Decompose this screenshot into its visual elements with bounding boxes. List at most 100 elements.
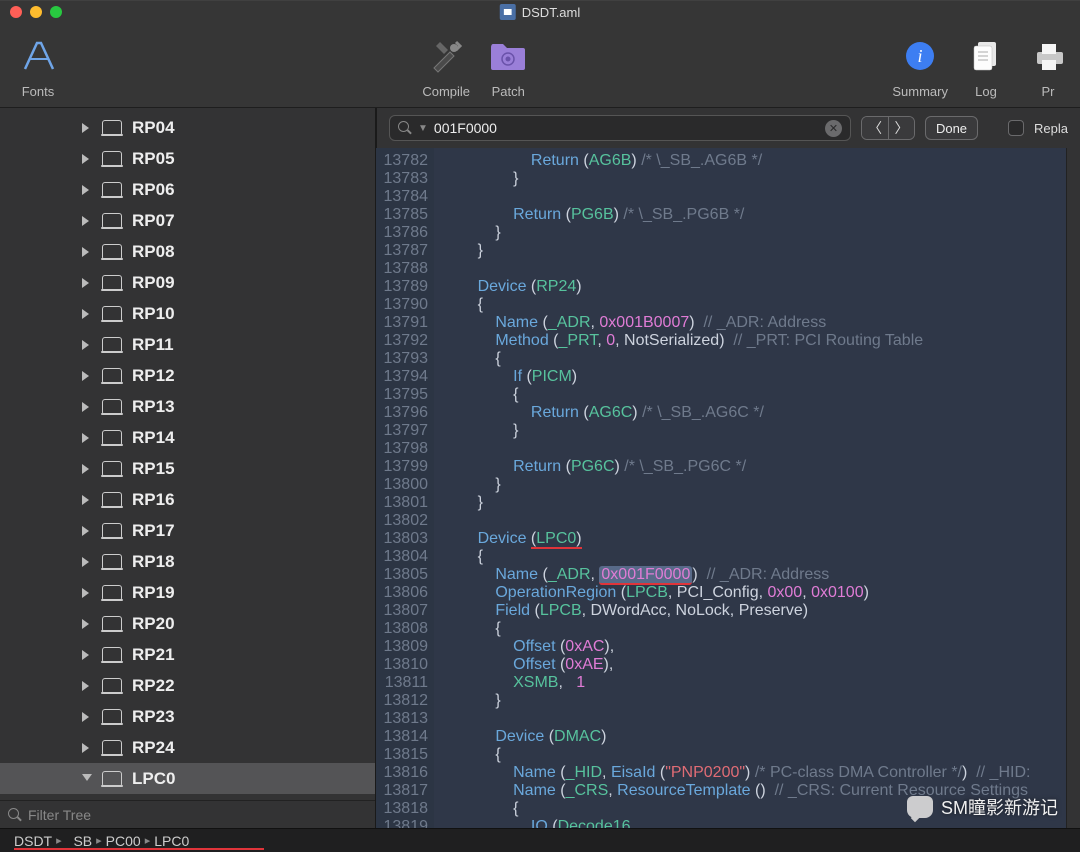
- chevron-right-icon[interactable]: [82, 650, 92, 660]
- device-tree[interactable]: RP04RP05 RP06 RP07 RP08 RP09 RP10 RP11 RP12 RP13…: [0, 108, 375, 800]
- tree-item-rp24[interactable]: RP24: [0, 732, 375, 763]
- tree-item-label: RP06: [132, 180, 175, 200]
- device-icon: [102, 430, 122, 446]
- chevron-right-icon[interactable]: [82, 309, 92, 319]
- device-icon: [102, 616, 122, 632]
- tree-item-rp15[interactable]: RP15: [0, 453, 375, 484]
- main-panel: ▼ 001F0000 ✕ 〈 〉 Done Repla 137821378313…: [376, 108, 1080, 828]
- tree-item-rp04[interactable]: RP04: [0, 112, 375, 143]
- chevron-down-icon[interactable]: [82, 774, 92, 784]
- device-icon: [102, 151, 122, 167]
- log-button[interactable]: Log: [962, 32, 1010, 99]
- tree-item-label: RP20: [132, 614, 175, 634]
- window-controls: [10, 6, 62, 18]
- tree-item-rp07[interactable]: RP07: [0, 205, 375, 236]
- done-button[interactable]: Done: [925, 116, 978, 140]
- tree-item-lpc0[interactable]: LPC0: [0, 763, 375, 794]
- code-content[interactable]: Return (AG6B) /* \_SB_.AG6B */ } Return …: [434, 148, 1066, 828]
- tree-item-rp08[interactable]: RP08: [0, 236, 375, 267]
- search-input[interactable]: ▼ 001F0000 ✕: [389, 115, 851, 141]
- device-icon: [102, 120, 122, 136]
- search-icon: [8, 808, 22, 822]
- chevron-right-icon[interactable]: [82, 557, 92, 567]
- compile-button[interactable]: Compile: [422, 32, 470, 99]
- chevron-right-icon[interactable]: [82, 619, 92, 629]
- search-next-button[interactable]: 〉: [888, 117, 914, 139]
- device-icon: [102, 492, 122, 508]
- chevron-right-icon[interactable]: [82, 681, 92, 691]
- replace-label: Repla: [1034, 121, 1068, 136]
- device-icon: [102, 523, 122, 539]
- tree-item-rp20[interactable]: RP20: [0, 608, 375, 639]
- tree-item-rp19[interactable]: RP19: [0, 577, 375, 608]
- tree-item-rp12[interactable]: RP12: [0, 360, 375, 391]
- chevron-right-icon[interactable]: [82, 185, 92, 195]
- print-button[interactable]: Pr: [1024, 32, 1072, 99]
- tree-item-rp22[interactable]: RP22: [0, 670, 375, 701]
- tree-item-label: RP10: [132, 304, 175, 324]
- breadcrumb-item[interactable]: LPC0: [154, 833, 189, 849]
- zoom-window-button[interactable]: [50, 6, 62, 18]
- vertical-scrollbar[interactable]: [1066, 148, 1080, 828]
- tree-item-label: RP09: [132, 273, 175, 293]
- tree-item-label: RP12: [132, 366, 175, 386]
- chevron-right-icon[interactable]: [82, 216, 92, 226]
- tree-item-label: RP14: [132, 428, 175, 448]
- svg-text:i: i: [918, 46, 923, 66]
- tree-item-rp13[interactable]: RP13: [0, 391, 375, 422]
- tree-item-rp06[interactable]: RP06: [0, 174, 375, 205]
- tree-item-label: RP18: [132, 552, 175, 572]
- minimize-window-button[interactable]: [30, 6, 42, 18]
- tree-item-label: RP21: [132, 645, 175, 665]
- tree-item-label: RP19: [132, 583, 175, 603]
- search-prev-button[interactable]: 〈: [862, 117, 888, 139]
- fonts-icon: [14, 32, 62, 80]
- tree-item-rp16[interactable]: RP16: [0, 484, 375, 515]
- chevron-right-icon[interactable]: [82, 154, 92, 164]
- chevron-right-icon[interactable]: [82, 340, 92, 350]
- chevron-right-icon[interactable]: [82, 495, 92, 505]
- summary-button[interactable]: i Summary: [892, 32, 948, 99]
- chevron-right-icon[interactable]: [82, 712, 92, 722]
- breadcrumb-item[interactable]: _SB: [66, 833, 92, 849]
- window-title: DSDT.aml: [500, 4, 581, 20]
- tree-item-rp11[interactable]: RP11: [0, 329, 375, 360]
- chevron-right-icon[interactable]: [82, 743, 92, 753]
- chevron-right-icon[interactable]: [82, 402, 92, 412]
- fonts-button[interactable]: Fonts: [14, 32, 62, 99]
- tree-item-rp18[interactable]: RP18: [0, 546, 375, 577]
- tree-item-rp17[interactable]: RP17: [0, 515, 375, 546]
- tree-item-rp14[interactable]: RP14: [0, 422, 375, 453]
- clear-search-button[interactable]: ✕: [825, 120, 842, 137]
- chevron-right-icon[interactable]: [82, 433, 92, 443]
- close-window-button[interactable]: [10, 6, 22, 18]
- chevron-right-icon[interactable]: [82, 588, 92, 598]
- chevron-right-icon[interactable]: [82, 526, 92, 536]
- document-icon: [500, 4, 516, 20]
- tree-item-rp21[interactable]: RP21: [0, 639, 375, 670]
- chevron-right-icon[interactable]: [82, 464, 92, 474]
- tree-item-label: RP16: [132, 490, 175, 510]
- chevron-down-icon[interactable]: ▼: [418, 123, 428, 134]
- breadcrumb-item[interactable]: DSDT: [14, 833, 52, 849]
- tree-item-rp09[interactable]: RP09: [0, 267, 375, 298]
- tree-item-rp05[interactable]: RP05: [0, 143, 375, 174]
- breadcrumb-item[interactable]: PC00: [106, 833, 141, 849]
- chevron-right-icon[interactable]: [82, 371, 92, 381]
- device-icon: [102, 244, 122, 260]
- window-title-text: DSDT.aml: [522, 5, 581, 20]
- tree-item-label: RP07: [132, 211, 175, 231]
- chevron-right-icon[interactable]: [82, 278, 92, 288]
- device-icon: [102, 678, 122, 694]
- device-icon: [102, 399, 122, 415]
- tree-item-rp23[interactable]: RP23: [0, 701, 375, 732]
- chevron-right-icon[interactable]: [82, 123, 92, 133]
- replace-checkbox[interactable]: [1008, 120, 1024, 136]
- patch-button[interactable]: Patch: [484, 32, 532, 99]
- device-icon: [102, 585, 122, 601]
- filter-tree-input[interactable]: Filter Tree: [0, 800, 375, 828]
- line-gutter: 1378213783137841378513786137871378813789…: [376, 148, 434, 828]
- chevron-right-icon[interactable]: [82, 247, 92, 257]
- code-editor[interactable]: 1378213783137841378513786137871378813789…: [376, 148, 1080, 828]
- tree-item-rp10[interactable]: RP10: [0, 298, 375, 329]
